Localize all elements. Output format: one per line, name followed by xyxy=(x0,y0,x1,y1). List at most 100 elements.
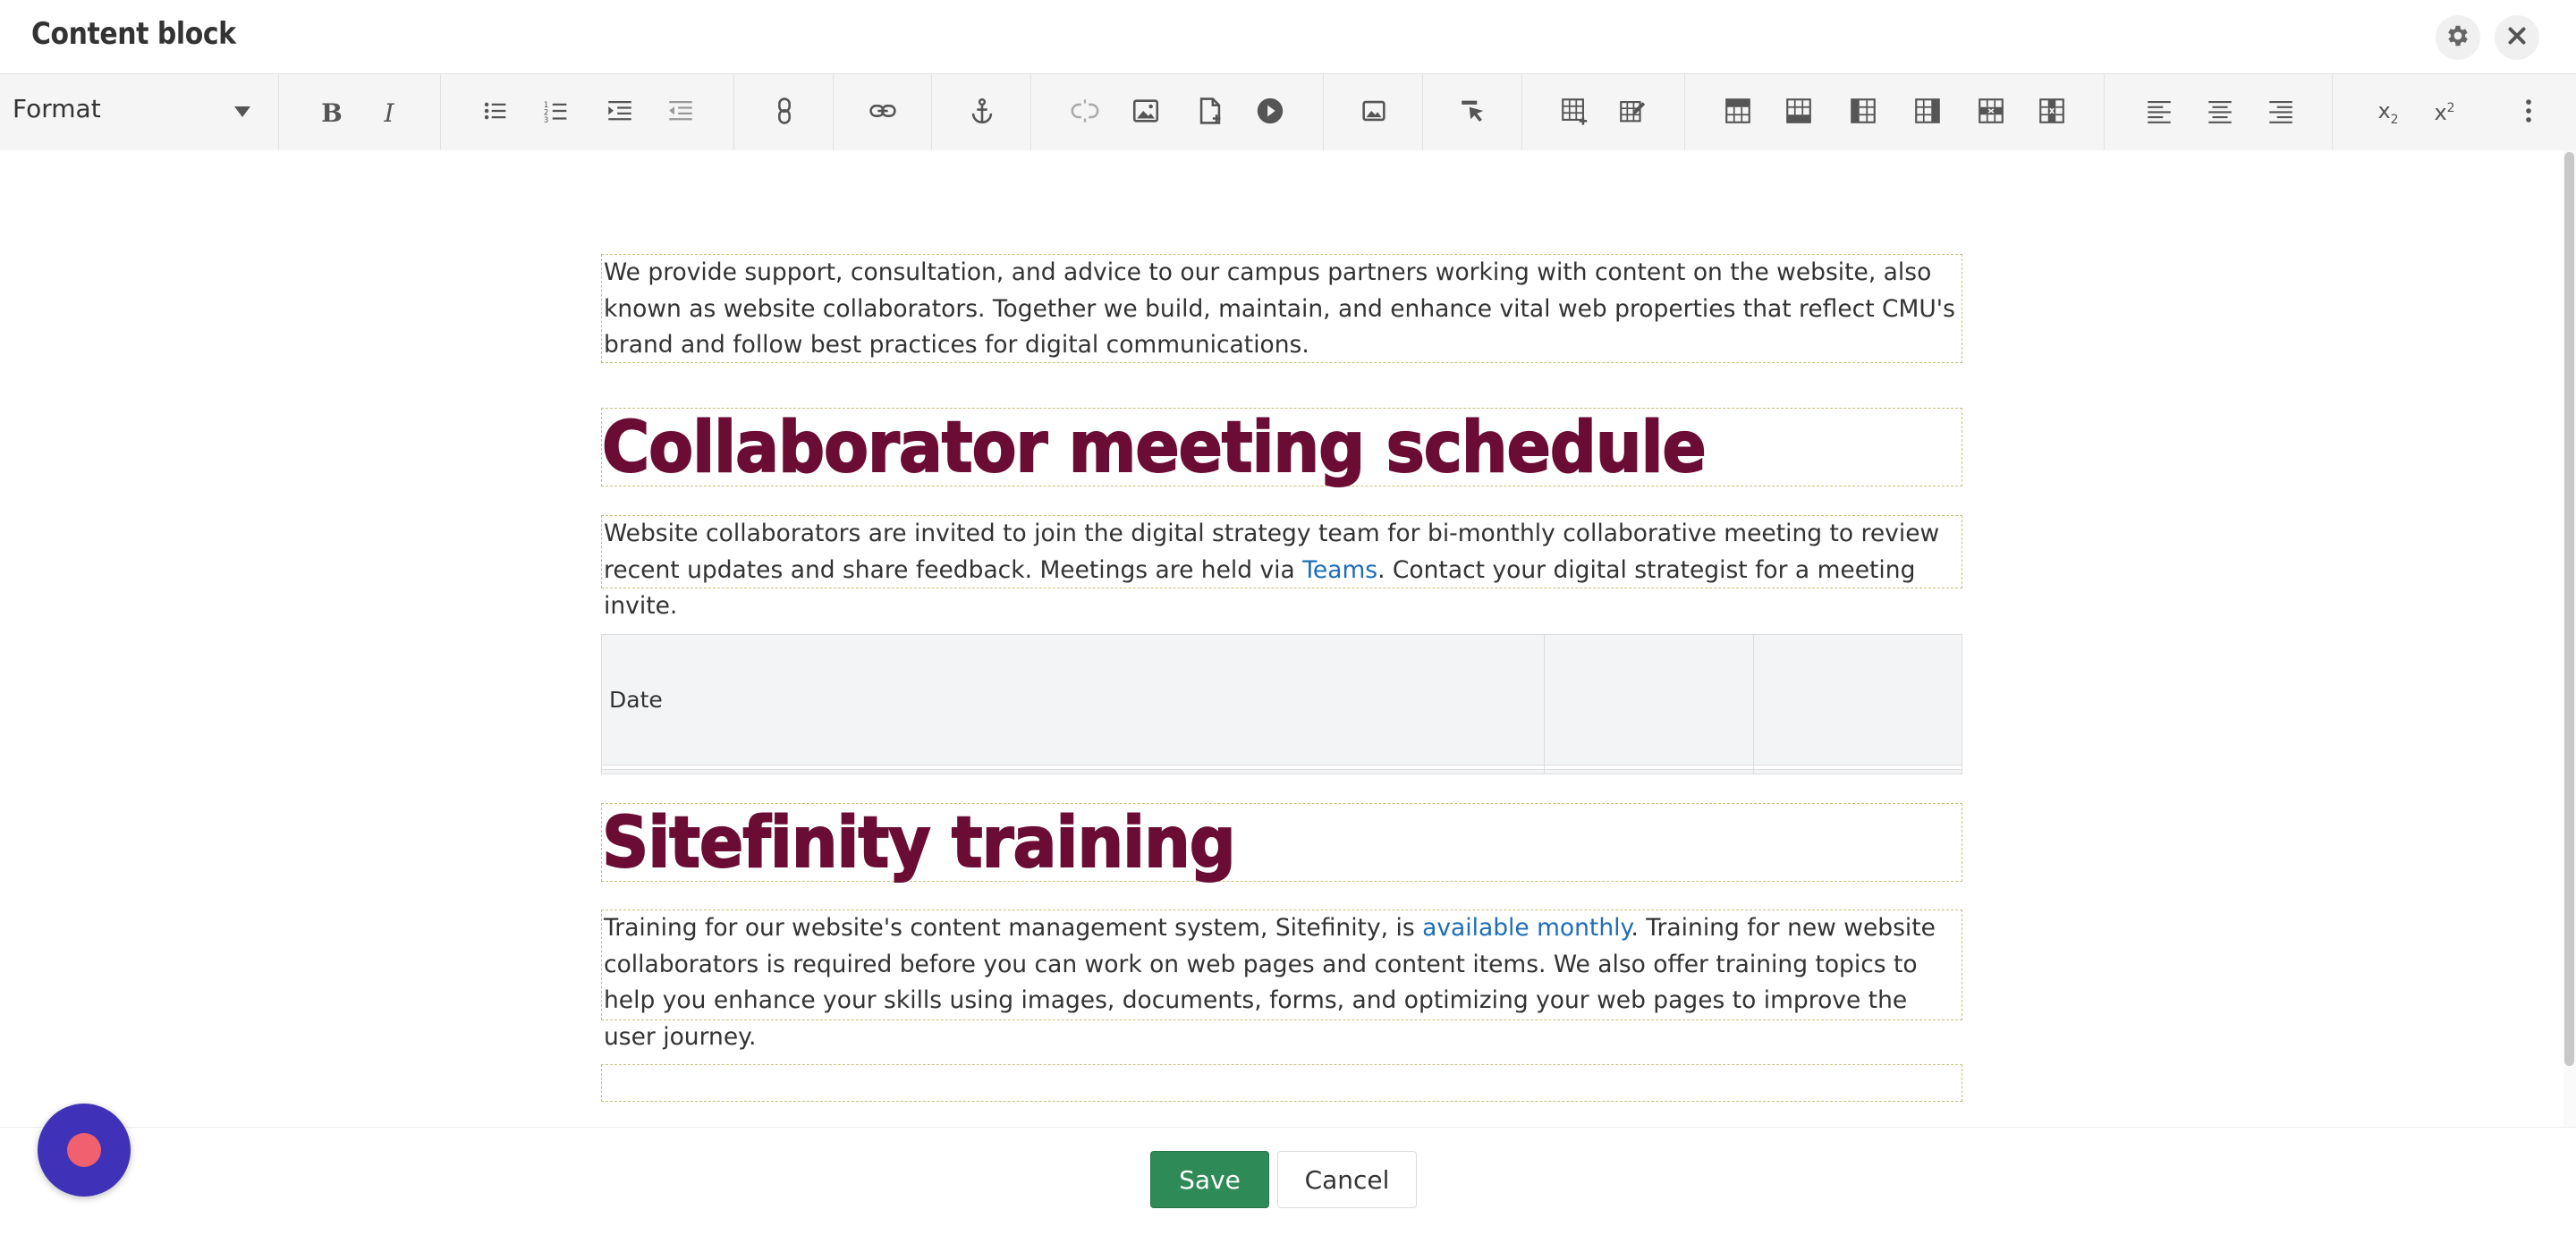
align-left-icon xyxy=(2144,96,2174,130)
italic-icon: I xyxy=(384,97,394,128)
settings-button[interactable] xyxy=(2436,15,2480,60)
numbered-list-icon: 123 xyxy=(541,96,572,130)
svg-text:3: 3 xyxy=(544,116,548,125)
heading-meeting-schedule: Collaborator meeting schedule xyxy=(601,408,1707,488)
insert-table-button[interactable] xyxy=(1554,92,1595,133)
insert-row-below-button[interactable] xyxy=(1778,92,1819,133)
unlink-button[interactable] xyxy=(1064,92,1106,133)
format-dropdown[interactable]: Format xyxy=(0,74,277,151)
record-button[interactable] xyxy=(38,1104,131,1197)
bulleted-list-button[interactable] xyxy=(475,92,516,133)
save-button[interactable]: Save xyxy=(1150,1151,1269,1208)
table-cell[interactable] xyxy=(1544,633,1754,766)
column-left-icon xyxy=(1848,96,1878,130)
subscript-button[interactable]: x2 xyxy=(2368,92,2409,133)
insert-column-left-button[interactable] xyxy=(1843,92,1884,133)
table-properties-button[interactable] xyxy=(1612,92,1653,133)
editor-toolbar: Format B I 123 x2 x2 xyxy=(0,73,2576,152)
toolbar-divider xyxy=(931,74,932,151)
more-vertical-icon xyxy=(2513,96,2544,130)
intro-paragraph-block[interactable]: We provide support, consultation, and ad… xyxy=(601,254,1962,363)
toolbar-divider xyxy=(278,74,279,151)
align-left-button[interactable] xyxy=(2139,92,2180,133)
training-paragraph: Training for our website's content manag… xyxy=(602,910,1962,1055)
intro-paragraph: We provide support, consultation, and ad… xyxy=(604,258,1955,359)
indent-button[interactable] xyxy=(599,92,640,133)
toolbar-divider xyxy=(440,74,441,151)
table-row xyxy=(600,769,1963,774)
format-dropdown-label: Format xyxy=(13,94,101,123)
chevron-down-icon xyxy=(234,106,250,117)
teams-link[interactable]: Teams xyxy=(1302,556,1377,584)
table-cell[interactable] xyxy=(1544,769,1754,774)
align-center-icon xyxy=(2205,96,2235,130)
indent-icon xyxy=(605,96,635,130)
toolbar-divider xyxy=(2332,74,2333,151)
cancel-button[interactable]: Cancel xyxy=(1277,1151,1417,1208)
heading-block-training[interactable]: Sitefinity training xyxy=(601,803,1962,884)
toolbar-divider xyxy=(1323,74,1324,151)
delete-column-button[interactable] xyxy=(2031,92,2072,133)
toolbar-divider xyxy=(2104,74,2105,151)
table-cell[interactable]: Date xyxy=(600,633,1546,766)
insert-row-above-button[interactable] xyxy=(1717,92,1758,133)
image-gallery-button[interactable] xyxy=(1353,92,1394,133)
anchor-icon xyxy=(967,96,997,130)
row-below-icon xyxy=(1784,96,1814,130)
unlink-icon xyxy=(1070,96,1100,130)
superscript-button[interactable]: x2 xyxy=(2424,92,2465,133)
dialog-header: Content block xyxy=(0,0,2576,73)
dialog-title: Content block xyxy=(31,16,236,52)
numbered-list-button[interactable]: 123 xyxy=(536,92,577,133)
format-painter-icon xyxy=(1458,96,1488,130)
table-row: Date xyxy=(600,633,1963,766)
training-text-before: Training for our website's content manag… xyxy=(604,914,1423,942)
link-manager-button[interactable] xyxy=(764,92,805,133)
record-dot-icon xyxy=(67,1133,101,1167)
meetings-paragraph-block[interactable]: Website collaborators are invited to joi… xyxy=(601,515,1962,620)
bold-button[interactable]: B xyxy=(311,92,352,133)
available-monthly-link[interactable]: available monthly xyxy=(1422,914,1631,942)
superscript-icon: x2 xyxy=(2434,100,2455,125)
table-edit-icon xyxy=(1617,96,1648,130)
delete-row-button[interactable] xyxy=(1970,92,2012,133)
align-right-button[interactable] xyxy=(2260,92,2301,133)
document-icon xyxy=(1195,96,1225,130)
anchor-button[interactable] xyxy=(962,92,1003,133)
insert-column-right-button[interactable] xyxy=(1907,92,1948,133)
column-right-icon xyxy=(1912,96,1943,130)
meetings-paragraph: Website collaborators are invited to joi… xyxy=(602,516,1962,625)
more-options-button[interactable] xyxy=(2508,92,2549,133)
image-gallery-icon xyxy=(1359,96,1389,130)
gear-icon xyxy=(2445,22,2471,53)
table-cell[interactable] xyxy=(600,769,1546,774)
link-manager-icon xyxy=(769,96,800,130)
scrollbar-thumb[interactable] xyxy=(2564,152,2574,1066)
outdent-icon xyxy=(665,96,696,130)
table-cell[interactable] xyxy=(1752,633,1963,766)
align-center-button[interactable] xyxy=(2199,92,2241,133)
toolbar-divider xyxy=(733,74,734,151)
video-play-icon xyxy=(1255,96,1285,130)
bold-icon: B xyxy=(321,97,343,128)
image-icon xyxy=(1131,96,1161,130)
toolbar-divider xyxy=(1422,74,1423,151)
close-button[interactable] xyxy=(2495,15,2539,60)
italic-button[interactable]: I xyxy=(369,92,410,133)
insert-link-button[interactable] xyxy=(862,92,903,133)
outdent-button[interactable] xyxy=(660,92,701,133)
insert-image-button[interactable] xyxy=(1125,92,1166,133)
row-above-icon xyxy=(1723,96,1753,130)
format-painter-button[interactable] xyxy=(1453,92,1494,133)
table-cell[interactable] xyxy=(1752,769,1963,774)
toolbar-divider xyxy=(1521,74,1522,151)
meeting-schedule-table[interactable]: Date xyxy=(600,633,1963,774)
empty-paragraph-block[interactable] xyxy=(601,1064,1962,1102)
link-icon xyxy=(868,96,898,130)
training-paragraph-block[interactable]: Training for our website's content manag… xyxy=(601,909,1962,1051)
close-icon xyxy=(2504,22,2530,53)
toolbar-divider xyxy=(1030,74,1031,151)
insert-video-button[interactable] xyxy=(1250,92,1291,133)
heading-block-meetings[interactable]: Collaborator meeting schedule xyxy=(601,408,1962,488)
insert-document-button[interactable] xyxy=(1190,92,1231,133)
